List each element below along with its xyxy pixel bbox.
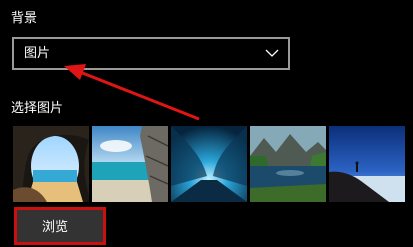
- thumbnail-ice-cave[interactable]: [171, 126, 247, 202]
- picture-thumbnail-list: [13, 126, 413, 202]
- browse-button-label: 浏览: [42, 220, 69, 235]
- background-section-label: 背景: [11, 11, 38, 26]
- thumbnail-beach-rock[interactable]: [92, 126, 168, 202]
- thumbnail-mountain-lake[interactable]: [250, 126, 326, 202]
- thumbnail-sea-cave[interactable]: [13, 126, 89, 202]
- chevron-down-icon: [265, 49, 279, 57]
- browse-button[interactable]: 浏览: [14, 207, 106, 245]
- dropdown-selected-value: 图片: [24, 46, 51, 61]
- thumbnail-night-sky-sea[interactable]: [329, 126, 405, 202]
- background-type-dropdown[interactable]: 图片: [12, 37, 290, 70]
- choose-picture-label: 选择图片: [11, 101, 64, 116]
